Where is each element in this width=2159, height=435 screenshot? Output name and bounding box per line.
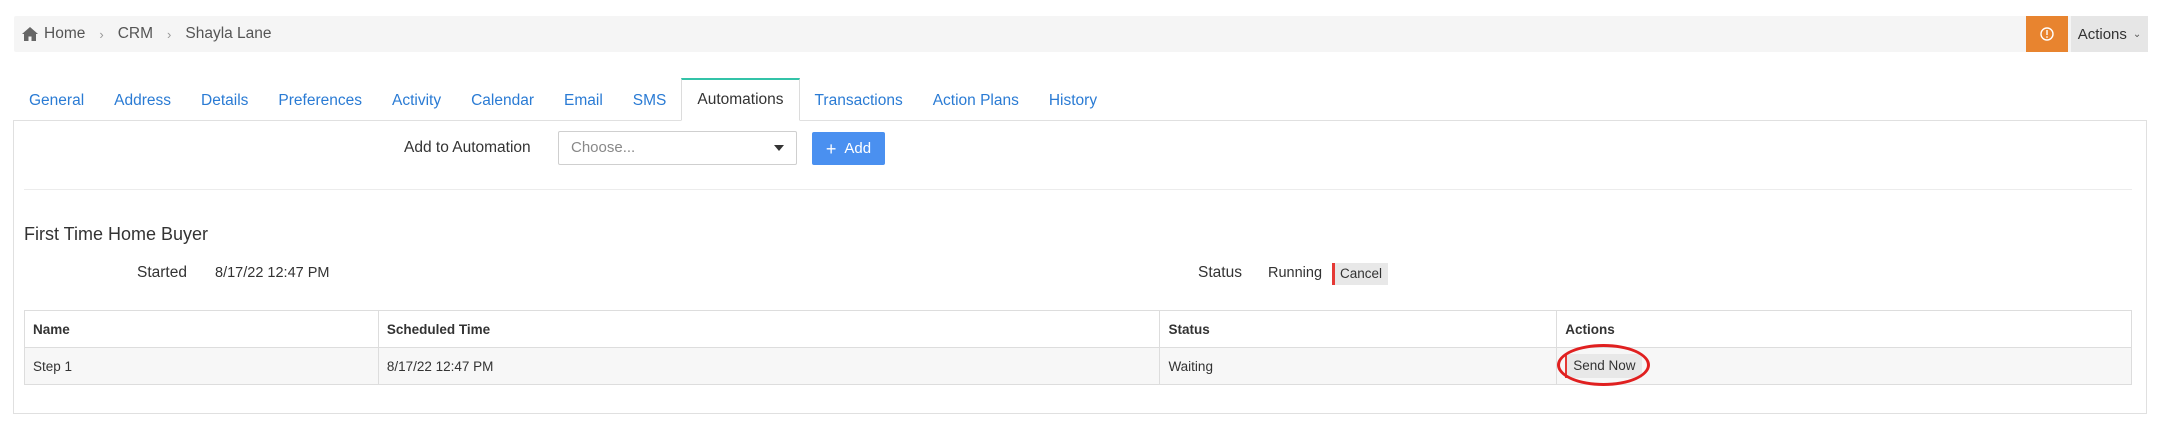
- home-icon: [22, 27, 38, 41]
- send-now-button[interactable]: Send Now: [1565, 354, 1642, 378]
- breadcrumb-current: Shayla Lane: [185, 25, 272, 42]
- info-icon: [2040, 27, 2054, 41]
- chevron-right-icon: ›: [167, 26, 172, 42]
- tab-activity[interactable]: Activity: [377, 78, 456, 121]
- column-header-scheduled-time: Scheduled Time: [377, 310, 1161, 348]
- alert-button[interactable]: [2026, 16, 2068, 52]
- started-label: Started: [137, 264, 187, 281]
- tab-preferences[interactable]: Preferences: [263, 78, 377, 121]
- tab-address[interactable]: Address: [99, 78, 186, 121]
- automation-title: First Time Home Buyer: [24, 224, 209, 244]
- automation-select[interactable]: Choose...: [558, 131, 797, 165]
- step-status: Waiting: [1159, 347, 1558, 385]
- step-actions-cell: Send Now: [1556, 347, 2132, 385]
- tab-calendar[interactable]: Calendar: [456, 78, 549, 121]
- column-header-actions: Actions: [1556, 310, 2132, 348]
- column-header-name: Name: [24, 310, 379, 348]
- status-label: Status: [1198, 264, 1242, 281]
- breadcrumb-crm[interactable]: CRM: [118, 25, 153, 43]
- tab-bar: General Address Details Preferences Acti…: [14, 78, 1112, 121]
- chevron-right-icon: ›: [99, 26, 104, 42]
- add-to-automation-label: Add to Automation: [404, 139, 531, 156]
- divider: [24, 189, 2132, 190]
- tab-general[interactable]: General: [14, 78, 99, 121]
- actions-dropdown-button[interactable]: Actions ⌄: [2071, 16, 2148, 52]
- chevron-down-icon: ⌄: [2132, 28, 2142, 40]
- actions-label: Actions: [2077, 25, 2127, 43]
- tab-details[interactable]: Details: [186, 78, 263, 121]
- breadcrumb: Home › CRM › Shayla Lane: [22, 16, 272, 52]
- step-scheduled-time: 8/17/22 12:47 PM: [377, 347, 1161, 385]
- top-bar: Home › CRM › Shayla Lane Actions ⌄: [14, 16, 2148, 52]
- plus-icon: +: [825, 138, 837, 159]
- tab-transactions[interactable]: Transactions: [800, 78, 918, 121]
- tab-action-plans[interactable]: Action Plans: [918, 78, 1034, 121]
- caret-down-icon: [774, 145, 784, 151]
- step-name: Step 1: [24, 347, 379, 385]
- tab-history[interactable]: History: [1034, 78, 1112, 121]
- add-button-label: Add: [844, 140, 872, 157]
- breadcrumb-home[interactable]: Home: [44, 25, 85, 43]
- status-value: Running: [1268, 265, 1323, 281]
- add-button[interactable]: + Add: [812, 132, 885, 165]
- table-row: Step 1 8/17/22 12:47 PM Waiting Send Now: [24, 347, 2132, 385]
- steps-table: Name Scheduled Time Status Actions Step …: [24, 310, 2132, 385]
- tab-sms[interactable]: SMS: [618, 78, 682, 121]
- table-header-row: Name Scheduled Time Status Actions: [24, 310, 2132, 348]
- column-header-status: Status: [1159, 310, 1558, 348]
- tab-automations[interactable]: Automations: [681, 78, 800, 121]
- tab-email[interactable]: Email: [549, 78, 618, 121]
- started-value: 8/17/22 12:47 PM: [215, 265, 330, 281]
- cancel-button[interactable]: Cancel: [1332, 263, 1389, 285]
- automation-select-placeholder: Choose...: [571, 139, 636, 156]
